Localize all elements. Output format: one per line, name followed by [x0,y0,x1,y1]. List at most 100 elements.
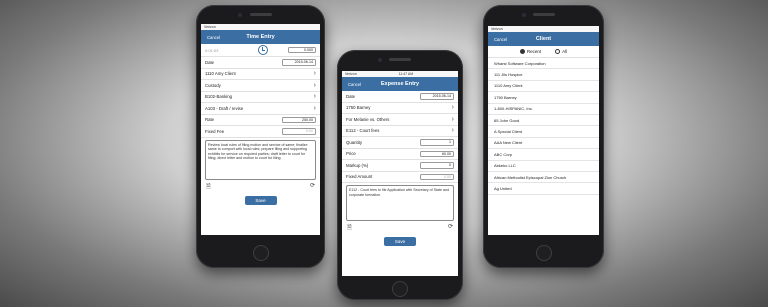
date-field[interactable]: 2015-06-14 [282,59,316,66]
chevron-right-icon: › [451,115,454,123]
fixed-fee-field[interactable]: 0.00 [282,128,316,135]
home-button[interactable] [392,281,408,297]
activity-label: B102-Banking [205,94,232,100]
fixed-fee-row: Fixed Fee 0.00 [201,126,320,138]
matter-label: Custody [205,82,221,88]
rate-row: Rate 250.00 [201,115,320,126]
list-item[interactable]: 1750 Barney › [342,103,458,114]
navbar: Cancel Expense Entry [342,77,458,91]
rate-label: Rate [205,117,215,123]
list-item[interactable]: B102-Banking › [201,92,320,103]
home-button[interactable] [535,245,552,261]
list-item[interactable]: 1110 Amy Client [488,81,599,93]
sync-icon[interactable]: ⟳ [448,223,453,233]
list-item[interactable]: 65 John Good [488,115,599,127]
client-label: 1750 Barney [346,105,371,111]
description-textarea[interactable]: Review local rules of filing motion and … [205,139,316,180]
list-item[interactable]: Custody › [201,80,320,92]
elapsed-time: 0:01:03 [205,47,219,53]
date-field[interactable]: 2015-06-14 [420,93,454,100]
date-label: Date [346,93,356,99]
clock-icon[interactable] [257,45,268,55]
date-row[interactable]: Date 2015-06-14 [342,91,458,103]
list-item[interactable]: A Special Client [488,126,599,138]
toolbar: 🗎 ⟳ [201,182,320,192]
list-item[interactable]: For Melanie vs. Others › [342,114,458,126]
list-item[interactable]: E112 - Court fees › [342,126,458,137]
quantity-label: Quantity [346,139,363,145]
list-item[interactable]: Wharst Software Corporation [488,58,599,70]
speaker [249,13,272,16]
all-label: All [562,49,568,54]
list-item[interactable]: 111 Jils Hospice [488,69,599,81]
description-textarea[interactable]: E112 - Court fees to file Application wi… [346,185,454,221]
front-camera [522,12,526,17]
document-icon[interactable]: 🗎 [347,223,352,233]
expense-code-label: E112 - Court fees [346,128,380,134]
fixed-amount-row: Fixed Amount 0.00 [342,172,458,183]
rate-field[interactable]: 250.00 [282,116,316,123]
list-item[interactable]: 1-800-HISPANIC, Inc. [488,104,599,115]
phone-client-list: Verizon Cancel Client Recent All Wharst … [483,5,604,268]
cancel-button[interactable]: Cancel [490,35,511,44]
home-button[interactable] [252,245,269,261]
list-item[interactable]: 1750 Barney [488,92,599,104]
markup-field[interactable]: 0 [420,162,454,169]
fixed-amount-field[interactable]: 0.00 [420,173,454,180]
save-button[interactable]: Save [244,195,277,205]
fixed-amount-label: Fixed Amount [346,174,373,180]
date-row[interactable]: Date 2015-06-14 [201,57,320,69]
date-label: Date [205,59,215,65]
screen: Verizon Cancel Client Recent All Wharst … [488,26,599,235]
cancel-button[interactable]: Cancel [344,80,365,89]
task-label: A103 - Draft / revise [205,105,244,111]
price-field[interactable]: 60.00 [420,150,454,157]
quantity-row: Quantity 1 [342,137,458,149]
matter-label: For Melanie vs. Others [346,116,390,122]
quantity-field[interactable]: 1 [420,139,454,146]
chevron-right-icon: › [451,104,454,112]
front-camera [238,12,242,17]
phone-time-entry: Verizon Cancel Time Entry 0:01:03 0.000 … [196,5,325,268]
list-item[interactable]: A103 - Draft / revise › [201,103,320,115]
speaker [389,58,411,61]
list-item[interactable]: Abkeko LLC [488,161,599,172]
chevron-right-icon: › [451,127,454,135]
speaker [532,13,555,16]
screen: Verizon 11:47 AM Cancel Expense Entry Da… [342,71,458,276]
navbar: Cancel Client [488,32,599,46]
radio-icon [555,49,561,54]
chevron-right-icon: › [313,93,316,101]
list-item[interactable]: African Methodist Episcopal Zion Church [488,172,599,184]
price-label: Price [346,151,356,157]
save-button[interactable]: Save [384,237,416,246]
carrier-label: Verizon [204,25,216,29]
cancel-button[interactable]: Cancel [203,33,224,42]
navbar: Cancel Time Entry [201,30,320,44]
document-icon[interactable]: 🗎 [206,182,211,192]
chevron-right-icon: › [313,104,316,112]
hours-field[interactable]: 0.000 [288,46,316,54]
toolbar: 🗎 ⟳ [342,223,458,233]
list-item[interactable]: ABC Corp [488,149,599,161]
sync-icon[interactable]: ⟳ [310,182,315,192]
client-list: Wharst Software Corporation 111 Jils Hos… [488,58,599,195]
all-option[interactable]: All [555,49,567,54]
list-item[interactable]: AAA New Client [488,138,599,150]
timer-row: 0:01:03 0.000 [201,44,320,57]
screen: Verizon Cancel Time Entry 0:01:03 0.000 … [201,24,320,235]
markup-label: Markup (%) [346,162,369,168]
filter-segment: Recent All [488,46,599,58]
client-label: 1110 Amy Client [205,71,236,77]
recent-option[interactable]: Recent [519,49,541,54]
chevron-right-icon: › [313,70,316,78]
fixed-fee-label: Fixed Fee [205,128,225,134]
list-item[interactable]: 1110 Amy Client › [201,69,320,80]
phone-expense-entry: Verizon 11:47 AM Cancel Expense Entry Da… [337,50,463,300]
front-camera [378,57,382,62]
price-row: Price 60.00 [342,149,458,160]
chevron-right-icon: › [313,81,316,89]
list-item[interactable]: Ag United [488,183,599,195]
time-label: 11:47 AM [398,72,414,76]
markup-row: Markup (%) 0 [342,160,458,172]
